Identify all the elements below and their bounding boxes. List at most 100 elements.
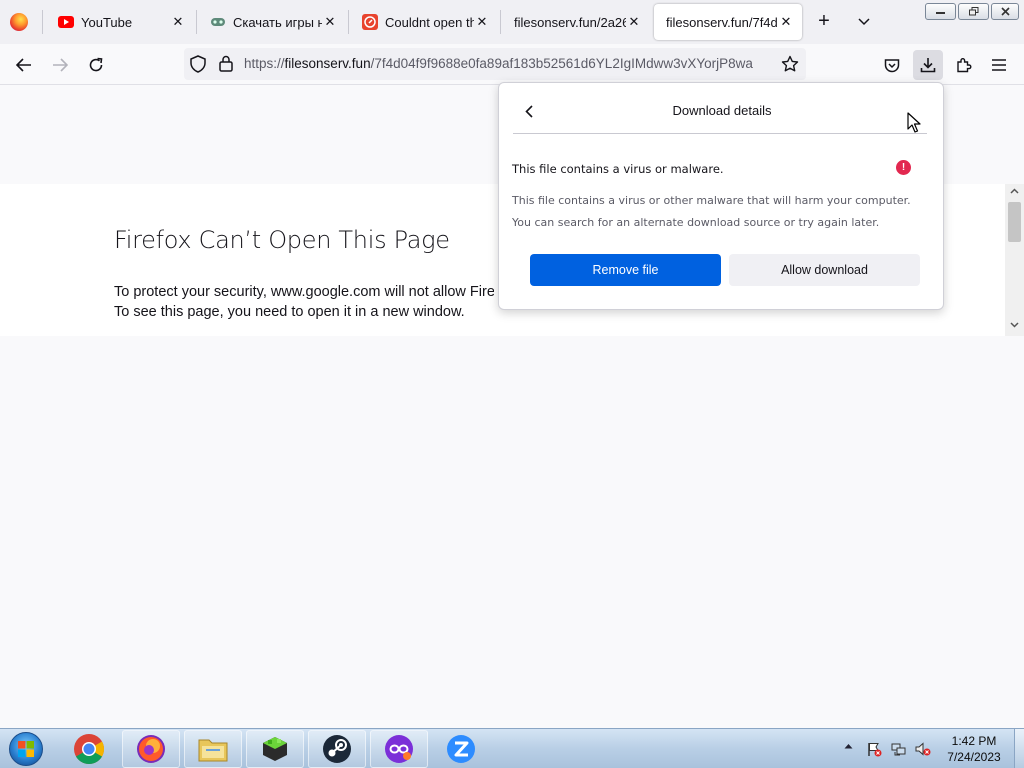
warning-icon: ! (896, 160, 911, 175)
download-details-header: Download details (672, 103, 772, 118)
tab-separator (500, 10, 501, 34)
remove-file-button[interactable]: Remove file (530, 254, 721, 286)
tab-strip: YouTube ✕ Скачать игры на к ✕ Couldnt op… (0, 0, 1024, 44)
clock-date: 7/24/2023 (947, 750, 1001, 764)
back-button[interactable] (11, 52, 37, 78)
taskbar-steam[interactable] (308, 730, 366, 768)
scroll-down-arrow[interactable] (1005, 318, 1024, 334)
action-center-flag-icon[interactable] (866, 741, 882, 757)
header-divider (513, 133, 927, 134)
volume-muted-icon[interactable] (915, 741, 931, 757)
taskbar-zoom-app[interactable] (432, 730, 490, 768)
z-app-icon (447, 735, 475, 763)
taskbar-file-explorer[interactable] (184, 730, 242, 768)
tab-title: filesonserv.fun/2a26a2 (514, 14, 626, 30)
taskbar-chrome[interactable] (60, 730, 118, 768)
tab-separator (42, 10, 43, 34)
list-all-tabs-button[interactable] (852, 10, 876, 34)
forward-button[interactable] (47, 52, 73, 78)
download-icon (920, 58, 936, 73)
steam-icon (323, 735, 351, 763)
extensions-button[interactable] (951, 52, 977, 78)
warning-description-line-1: This file contains a virus or other malw… (512, 194, 911, 207)
mouse-cursor-icon (907, 112, 921, 133)
network-icon[interactable] (891, 741, 907, 757)
tab-games[interactable]: Скачать игры на к ✕ (198, 4, 346, 40)
url-bar[interactable]: https://filesonserv.fun/7f4d04f9f9688e0f… (184, 48, 806, 80)
chevron-up-icon (844, 744, 853, 749)
folder-icon (198, 739, 228, 762)
close-window-button[interactable] (991, 3, 1019, 20)
close-icon[interactable]: ✕ (626, 14, 642, 30)
firefox-logo-icon[interactable] (10, 13, 28, 31)
reload-icon (89, 57, 103, 72)
windows-taskbar: 1:42 PM 7/24/2023 (0, 728, 1024, 768)
green-cube-icon (263, 737, 287, 761)
url-text[interactable]: https://filesonserv.fun/7f4d04f9f9688e0f… (244, 56, 772, 71)
taskbar-app-purple[interactable] (370, 730, 428, 768)
chevron-down-icon (1010, 322, 1019, 328)
start-button[interactable] (6, 730, 46, 768)
clock-time: 1:42 PM (951, 734, 997, 748)
allow-download-button[interactable]: Allow download (729, 254, 920, 286)
tab-title: Couldnt open the (385, 14, 474, 30)
reload-button[interactable] (83, 52, 109, 78)
menu-button[interactable] (986, 52, 1012, 78)
url-scheme: https:// (244, 56, 285, 71)
tab-filesonserv-7f4d[interactable]: filesonserv.fun/7f4d04 ✕ (654, 4, 802, 40)
firefox-icon (137, 735, 165, 763)
close-icon[interactable]: ✕ (322, 14, 338, 30)
show-desktop-button[interactable] (1014, 729, 1024, 768)
tab-youtube[interactable]: YouTube ✕ (46, 4, 194, 40)
hamburger-menu-icon (992, 59, 1006, 71)
taskbar-game-app[interactable] (246, 730, 304, 768)
error-line-2: To see this page, you need to open it in… (114, 304, 465, 320)
close-icon (1000, 7, 1010, 16)
infinity-mask-icon (385, 735, 413, 763)
navigation-toolbar: https://filesonserv.fun/7f4d04f9f9688e0f… (0, 44, 1024, 85)
chevron-up-icon (1010, 188, 1019, 194)
downloads-button[interactable] (913, 50, 943, 80)
chrome-icon (74, 734, 105, 765)
close-icon[interactable]: ✕ (474, 14, 490, 30)
restore-button[interactable] (958, 3, 989, 20)
url-host: filesonserv.fun (284, 56, 371, 71)
minimize-button[interactable] (925, 3, 956, 20)
pocket-button[interactable] (879, 52, 905, 78)
close-icon[interactable]: ✕ (170, 14, 186, 30)
new-tab-button[interactable]: + (812, 10, 836, 34)
bookmark-star-icon[interactable] (781, 55, 799, 73)
tab-title: filesonserv.fun/7f4d04 (666, 14, 778, 30)
tab-filesonserv-2a26[interactable]: filesonserv.fun/2a26a2 ✕ (502, 4, 650, 40)
windows-logo-icon (9, 732, 43, 766)
close-icon[interactable]: ✕ (778, 14, 794, 30)
url-path: /7f4d04f9f9688e0fa89af183b52561d6YL2IgIM… (370, 56, 753, 71)
tab-couldnt-open[interactable]: Couldnt open the ✕ (350, 4, 498, 40)
error-description: To protect your security, www.google.com… (114, 282, 494, 322)
chevron-down-icon (858, 18, 870, 26)
youtube-icon (58, 14, 74, 30)
error-title: Firefox Can’t Open This Page (114, 226, 450, 254)
tab-separator (348, 10, 349, 34)
back-button[interactable] (519, 101, 539, 121)
scroll-up-arrow[interactable] (1005, 184, 1024, 200)
system-clock[interactable]: 1:42 PM 7/24/2023 (940, 733, 1008, 765)
error-line-1: To protect your security, www.google.com… (114, 284, 494, 300)
arrow-right-icon (53, 58, 68, 72)
scroll-thumb[interactable] (1008, 202, 1021, 242)
download-details-panel: Download details This file contains a vi… (498, 82, 944, 310)
taskbar-firefox[interactable] (122, 730, 180, 768)
warning-description-line-2: You can search for an alternate download… (512, 216, 880, 229)
show-hidden-icons-button[interactable] (844, 741, 853, 752)
frame-scrollbar[interactable] (1005, 184, 1024, 336)
shield-icon[interactable] (190, 55, 206, 73)
restore-icon (968, 7, 978, 16)
chevron-left-icon (525, 104, 533, 118)
gamepad-icon (210, 14, 226, 30)
tab-title: YouTube (81, 14, 133, 30)
pocket-icon (884, 58, 900, 72)
minimize-icon (936, 11, 945, 14)
warning-title: This file contains a virus or malware. (512, 162, 724, 176)
lock-icon[interactable] (219, 55, 233, 72)
arrow-left-icon (16, 58, 31, 72)
